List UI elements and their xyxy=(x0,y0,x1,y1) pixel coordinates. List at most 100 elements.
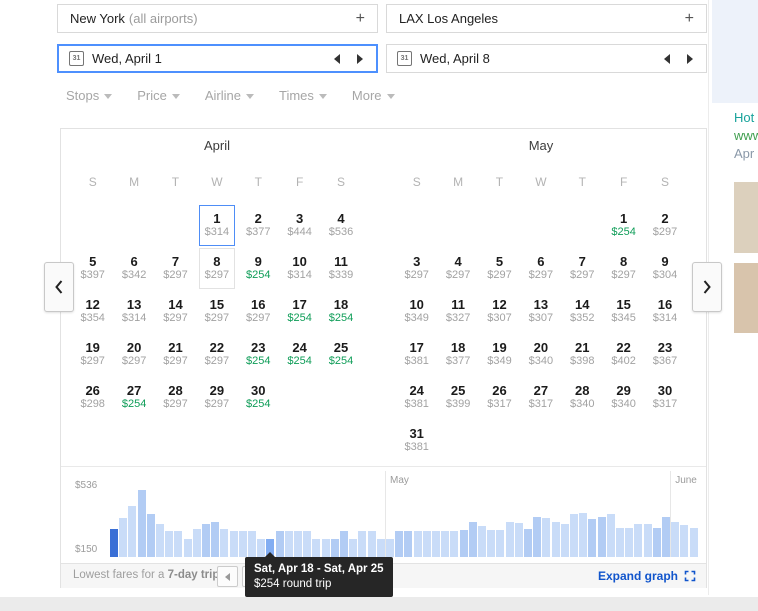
fare-bar[interactable] xyxy=(174,531,183,557)
fare-bar[interactable] xyxy=(358,531,367,557)
fare-bar[interactable] xyxy=(137,490,146,557)
calendar-day[interactable]: 4 $536 xyxy=(320,205,361,248)
calendar-day[interactable]: 4 $297 xyxy=(437,248,478,291)
fare-bar[interactable] xyxy=(165,531,174,557)
calendar-day[interactable]: 19 $297 xyxy=(72,334,113,377)
calendar-day[interactable]: 2 $377 xyxy=(238,205,279,248)
fare-bar[interactable] xyxy=(156,524,164,557)
calendar-day[interactable]: 13 $307 xyxy=(520,291,561,334)
calendar-day[interactable]: 22 $297 xyxy=(196,334,237,377)
fare-bar[interactable] xyxy=(303,531,312,557)
fare-bar[interactable] xyxy=(459,530,468,557)
calendar-day[interactable]: 29 $340 xyxy=(603,377,644,420)
prev-month-button[interactable] xyxy=(44,262,74,312)
calendar-day[interactable]: 3 $444 xyxy=(279,205,320,248)
fare-bar[interactable] xyxy=(202,524,210,557)
calendar-day[interactable]: 25 $254 xyxy=(320,334,361,377)
calendar-day[interactable]: 23 $254 xyxy=(238,334,279,377)
fare-bar[interactable] xyxy=(441,531,450,557)
origin-input[interactable]: New York (all airports) + xyxy=(57,4,378,33)
calendar-day[interactable]: 28 $297 xyxy=(155,377,196,420)
fare-bar[interactable] xyxy=(192,529,201,557)
fare-bar[interactable] xyxy=(248,531,256,557)
fare-bar[interactable] xyxy=(662,517,670,557)
fare-bar[interactable] xyxy=(468,522,477,557)
fare-bar[interactable] xyxy=(146,514,155,557)
fare-bar[interactable] xyxy=(505,522,514,557)
fare-bar[interactable] xyxy=(588,519,597,557)
fare-bar[interactable] xyxy=(238,531,247,557)
fare-bar[interactable] xyxy=(284,531,293,557)
calendar-day[interactable]: 16 $297 xyxy=(238,291,279,334)
expand-graph-button[interactable]: Expand graph xyxy=(598,569,696,583)
fare-bar[interactable] xyxy=(119,518,128,557)
calendar-day[interactable]: 8 $297 xyxy=(196,248,237,291)
calendar-day[interactable]: 18 $377 xyxy=(437,334,478,377)
calendar-day[interactable]: 17 $381 xyxy=(396,334,437,377)
filter-times[interactable]: Times xyxy=(279,88,327,103)
calendar-day[interactable]: 14 $352 xyxy=(562,291,603,334)
calendar-day[interactable]: 5 $297 xyxy=(479,248,520,291)
calendar-day[interactable]: 1 $314 xyxy=(196,205,237,248)
calendar-day[interactable]: 27 $317 xyxy=(520,377,561,420)
add-destination-button[interactable]: + xyxy=(685,10,706,27)
fare-bar[interactable] xyxy=(579,513,588,557)
fare-bar[interactable] xyxy=(395,531,404,557)
calendar-day[interactable]: 29 $297 xyxy=(196,377,237,420)
fare-bar[interactable] xyxy=(128,506,137,557)
fare-bar[interactable] xyxy=(487,530,496,557)
calendar-day[interactable]: 12 $307 xyxy=(479,291,520,334)
fare-bar[interactable] xyxy=(524,529,532,557)
return-date-input[interactable]: 31 Wed, April 8 xyxy=(386,44,707,73)
fare-bar[interactable] xyxy=(514,523,523,557)
calendar-day[interactable]: 15 $345 xyxy=(603,291,644,334)
calendar-day[interactable]: 25 $399 xyxy=(437,377,478,420)
calendar-day[interactable]: 28 $340 xyxy=(562,377,603,420)
fare-bar[interactable] xyxy=(689,528,698,557)
fare-bar[interactable] xyxy=(422,531,431,557)
calendar-day[interactable]: 7 $297 xyxy=(562,248,603,291)
fare-bar[interactable] xyxy=(560,524,569,557)
calendar-day[interactable]: 17 $254 xyxy=(279,291,320,334)
fare-bar[interactable] xyxy=(597,517,606,557)
calendar-day[interactable]: 31 $381 xyxy=(396,420,437,463)
filter-price[interactable]: Price xyxy=(137,88,180,103)
fare-bar[interactable] xyxy=(616,528,624,557)
filter-stops[interactable]: Stops xyxy=(66,88,113,103)
fare-bar[interactable] xyxy=(496,530,505,557)
filter-more[interactable]: More xyxy=(352,88,395,103)
fare-bar[interactable] xyxy=(671,522,680,557)
fare-bar[interactable] xyxy=(533,517,542,557)
fare-bar[interactable] xyxy=(478,526,486,557)
fare-bar[interactable] xyxy=(220,529,229,557)
fare-bar[interactable] xyxy=(542,518,551,557)
fare-bar[interactable] xyxy=(312,539,321,557)
fare-bar[interactable] xyxy=(183,539,192,557)
calendar-day[interactable]: 18 $254 xyxy=(320,291,361,334)
fare-bar[interactable] xyxy=(606,514,615,557)
fare-bar[interactable] xyxy=(321,539,330,557)
fare-bar[interactable] xyxy=(110,529,118,557)
fare-bar[interactable] xyxy=(570,514,578,557)
calendar-day[interactable]: 7 $297 xyxy=(155,248,196,291)
fare-bar[interactable] xyxy=(367,531,376,557)
calendar-day[interactable]: 26 $298 xyxy=(72,377,113,420)
fare-bar[interactable] xyxy=(330,539,339,557)
calendar-day[interactable]: 24 $381 xyxy=(396,377,437,420)
departure-date-input[interactable]: 31 Wed, April 1 xyxy=(57,44,378,73)
fare-bar[interactable] xyxy=(551,522,560,557)
return-date-prev-icon[interactable] xyxy=(664,53,670,64)
destination-input[interactable]: LAX Los Angeles + xyxy=(386,4,707,33)
calendar-day[interactable]: 12 $354 xyxy=(72,291,113,334)
calendar-day[interactable]: 21 $297 xyxy=(155,334,196,377)
calendar-day[interactable]: 26 $317 xyxy=(479,377,520,420)
fare-bar[interactable] xyxy=(652,528,661,557)
calendar-day[interactable]: 5 $397 xyxy=(72,248,113,291)
calendar-day[interactable]: 16 $314 xyxy=(644,291,685,334)
calendar-day[interactable]: 10 $314 xyxy=(279,248,320,291)
calendar-day[interactable]: 15 $297 xyxy=(196,291,237,334)
calendar-day[interactable]: 6 $297 xyxy=(520,248,561,291)
departure-date-next-icon[interactable] xyxy=(357,53,363,64)
calendar-day[interactable]: 23 $367 xyxy=(644,334,685,377)
calendar-day[interactable]: 13 $314 xyxy=(113,291,154,334)
